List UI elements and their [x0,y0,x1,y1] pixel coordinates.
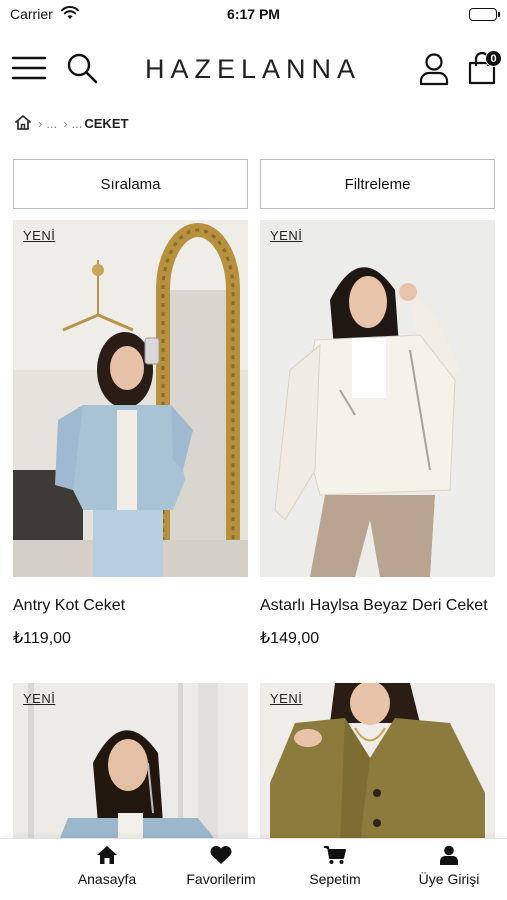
filter-button[interactable]: Filtreleme [260,159,495,209]
product-image[interactable]: YENİ [13,683,248,843]
status-time: 6:17 PM [227,6,280,22]
bottom-tab-bar: Anasayfa Favorilerim Sepetim Üye Girişi [0,838,507,900]
heart-icon [210,845,232,864]
shopping-cart-icon [324,846,346,864]
chevron-right-icon: › [38,115,43,131]
product-image[interactable]: YENİ [260,683,495,843]
tab-cart-label: Sepetim [309,871,361,887]
home-icon[interactable] [14,114,32,133]
tab-favorites[interactable]: Favorilerim [161,845,281,887]
tab-account[interactable]: Üye Girişi [389,845,507,887]
product-price: ₺149,00 [260,630,320,647]
status-bar: Carrier 6:17 PM [0,0,507,30]
tab-account-label: Üye Girişi [418,871,480,887]
breadcrumb: › ... › ... CEKET [14,113,128,133]
user-icon [440,845,458,865]
breadcrumb-current: CEKET [84,115,129,131]
tab-home-label: Anasayfa [77,871,137,887]
menu-icon[interactable] [11,54,47,82]
product-title[interactable]: Astarlı Haylsa Beyaz Deri Ceket [260,597,495,615]
breadcrumb-item[interactable]: ... [72,116,83,131]
tab-home[interactable]: Anasayfa [47,845,167,887]
sort-button[interactable]: Sıralama [13,159,248,209]
product-card[interactable]: YENİ [260,683,495,843]
user-icon[interactable] [418,52,450,86]
new-badge: YENİ [270,228,303,243]
cart-count-badge: 0 [485,50,502,67]
new-badge: YENİ [23,691,56,706]
brand-logo[interactable]: HAZELANNA [140,54,366,85]
battery-icon [469,8,500,21]
tab-cart[interactable]: Sepetim [275,845,395,887]
new-badge: YENİ [23,228,56,243]
product-card[interactable]: YENİ [13,683,248,843]
chevron-right-icon: › [63,115,68,131]
breadcrumb-item[interactable]: ... [46,116,57,131]
product-card[interactable]: YENİ Astarlı Haylsa Beyaz Deri Ceket ₺14… [260,220,495,648]
tab-favorites-label: Favorilerim [186,871,256,887]
product-title[interactable]: Antry Kot Ceket [13,597,248,615]
home-icon [97,846,117,864]
product-card[interactable]: YENİ Antry Kot Ceket ₺119,00 [13,220,248,648]
list-actions: Sıralama Filtreleme [13,159,495,209]
search-icon[interactable] [66,52,98,84]
cart-button[interactable]: 0 [466,50,502,86]
app-header: HAZELANNA 0 [0,44,507,94]
product-price: ₺119,00 [13,630,71,647]
product-image[interactable]: YENİ [13,220,248,577]
product-image[interactable]: YENİ [260,220,495,577]
new-badge: YENİ [270,691,303,706]
